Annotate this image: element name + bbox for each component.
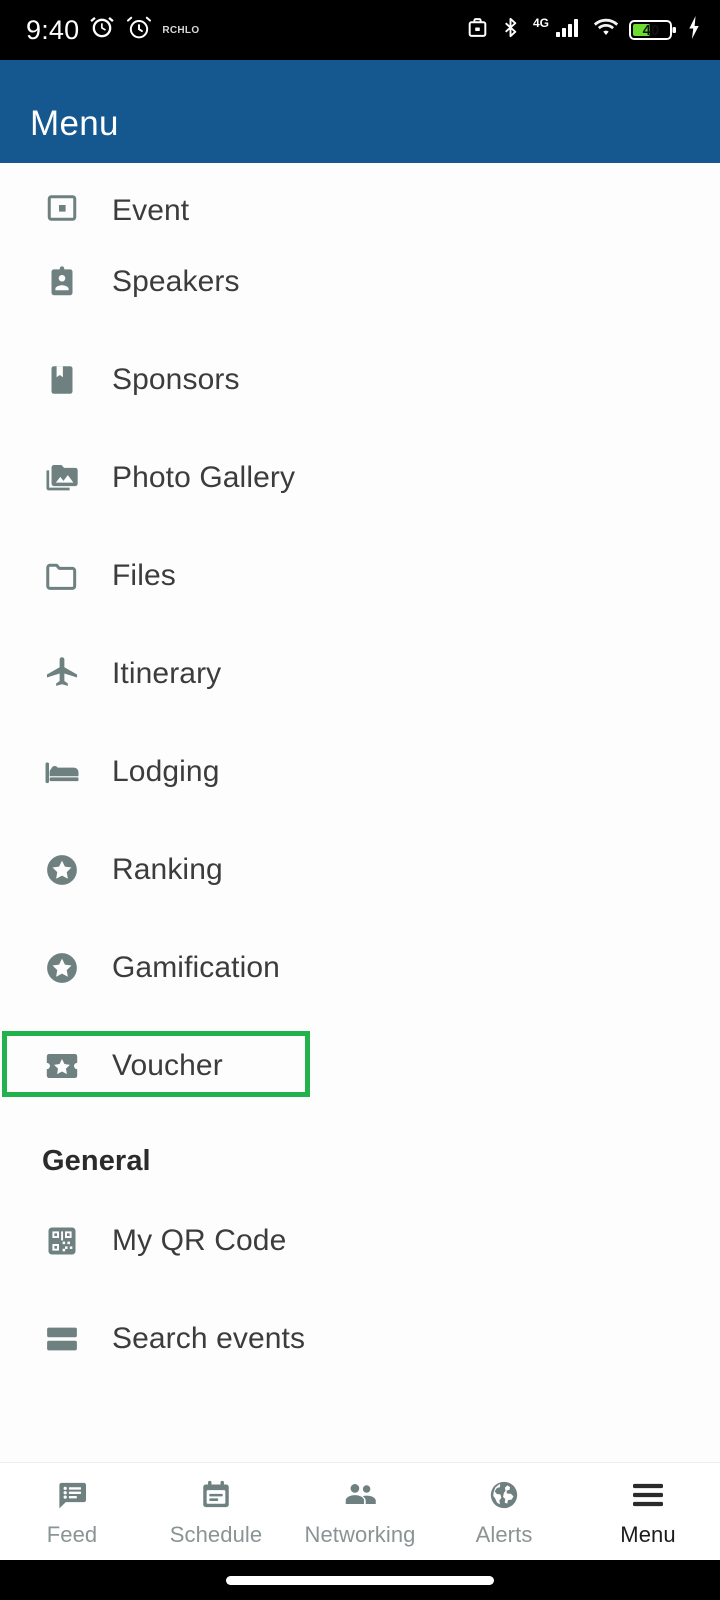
menu-item-files[interactable]: Files: [0, 527, 720, 625]
nav-tab-feed[interactable]: Feed: [0, 1463, 144, 1560]
nav-tab-schedule[interactable]: Schedule: [144, 1463, 288, 1560]
menu-item-label: Itinerary: [112, 657, 222, 690]
menu-item-label: Files: [112, 559, 176, 592]
status-bar: 9:40 RCHLO 4G 40: [0, 0, 720, 60]
id-badge-icon: [42, 262, 82, 302]
phone-screen: 9:40 RCHLO 4G 40 Menu Event Speakers Spo…: [0, 0, 720, 1600]
cellular-signal-icon: [556, 15, 583, 45]
menu-item-my-qr-code[interactable]: My QR Code: [0, 1192, 720, 1290]
menu-item-event[interactable]: Event: [0, 163, 720, 233]
status-bar-left: 9:40 RCHLO: [26, 14, 199, 47]
nav-tab-menu[interactable]: Menu: [576, 1463, 720, 1560]
menu-item-label: My QR Code: [112, 1224, 287, 1257]
menu-item-label: Photo Gallery: [112, 461, 296, 494]
carrier-label: RCHLO: [162, 24, 200, 36]
qr-code-icon: [42, 1221, 82, 1261]
menu-item-label: Ranking: [112, 853, 223, 886]
menu-item-speakers[interactable]: Speakers: [0, 233, 720, 331]
menu-item-gamification[interactable]: Gamification: [0, 919, 720, 1017]
alarm-clock-icon: [88, 14, 116, 47]
menu-item-voucher[interactable]: Voucher: [0, 1017, 720, 1115]
nav-tab-label: Menu: [620, 1521, 676, 1547]
menu-item-lodging[interactable]: Lodging: [0, 723, 720, 821]
people-icon: [341, 1476, 379, 1514]
airplane-icon: [42, 654, 82, 694]
ticket-star-icon: [42, 1046, 82, 1086]
status-bar-clock: 9:40: [26, 14, 80, 45]
menu-item-photo-gallery[interactable]: Photo Gallery: [0, 429, 720, 527]
section-header-general: General: [42, 1145, 151, 1177]
star-circle-icon: [42, 850, 82, 890]
menu-item-label: Lodging: [112, 755, 220, 788]
work-profile-briefcase-icon: [465, 15, 490, 45]
system-gesture-bar: [0, 1560, 720, 1600]
gesture-home-pill[interactable]: [226, 1575, 494, 1585]
menu-item-label: Gamification: [112, 951, 280, 984]
nav-tab-label: Networking: [304, 1521, 416, 1547]
menu-item-sponsors[interactable]: Sponsors: [0, 331, 720, 429]
bottom-navigation-bar: Feed Schedule Networking Alerts Menu: [0, 1462, 720, 1560]
battery-percent-label: 40: [642, 21, 660, 39]
app-bar: Menu: [0, 60, 720, 163]
menu-item-search-events[interactable]: Search events: [0, 1290, 720, 1388]
menu-list-scroll[interactable]: Event Speakers Sponsors Photo Gallery Fi…: [0, 163, 720, 1462]
nav-tab-label: Alerts: [475, 1521, 533, 1547]
globe-icon: [485, 1476, 523, 1514]
event-square-icon: [42, 188, 82, 228]
nav-tab-label: Feed: [46, 1521, 98, 1547]
status-bar-right: 4G 40: [465, 15, 702, 45]
wifi-icon: [592, 15, 620, 45]
feed-bubble-icon: [53, 1476, 91, 1514]
menu-item-label: Search events: [112, 1322, 306, 1355]
menu-item-label: Sponsors: [112, 363, 240, 396]
view-agenda-icon: [42, 1319, 82, 1359]
bluetooth-icon: [499, 15, 522, 45]
menu-item-label: Speakers: [112, 265, 240, 298]
menu-item-label: Voucher: [112, 1049, 223, 1082]
folder-icon: [42, 556, 82, 596]
menu-item-itinerary[interactable]: Itinerary: [0, 625, 720, 723]
star-circle-icon: [42, 948, 82, 988]
photo-folder-icon: [42, 458, 82, 498]
hotel-bed-icon: [42, 752, 82, 792]
hamburger-menu-icon: [629, 1476, 667, 1514]
battery-icon: 40: [629, 17, 677, 43]
nav-tab-label: Schedule: [169, 1521, 263, 1547]
calendar-icon: [197, 1476, 235, 1514]
clock-icon: [125, 14, 153, 47]
menu-item-label: Event: [112, 194, 190, 227]
network-type-label: 4G: [532, 16, 549, 30]
menu-item-ranking[interactable]: Ranking: [0, 821, 720, 919]
bookmark-icon: [42, 360, 82, 400]
page-title: Menu: [30, 104, 119, 143]
charging-bolt-icon: [686, 15, 702, 45]
nav-tab-alerts[interactable]: Alerts: [432, 1463, 576, 1560]
nav-tab-networking[interactable]: Networking: [288, 1463, 432, 1560]
